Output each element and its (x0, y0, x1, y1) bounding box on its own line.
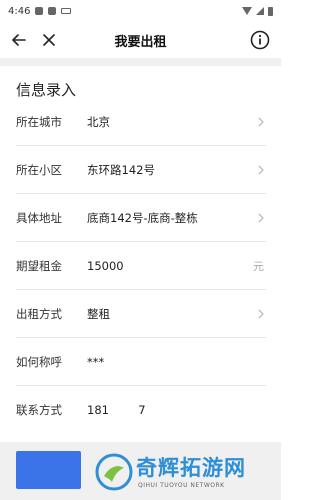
row-label: 如何称呼 (16, 354, 62, 369)
chevron-right-icon (256, 309, 266, 319)
chevron-right-icon (256, 165, 266, 175)
watermark-subtext: QIHUI TUOYOU NETWORK (138, 482, 225, 489)
section-title: 信息录入 (16, 81, 77, 99)
row-label: 所在城市 (16, 114, 62, 129)
watermark-logo-icon (95, 453, 133, 491)
notification-icon (35, 7, 44, 15)
row-value: 底商142号-底商-整栋 (87, 210, 198, 225)
chevron-right-icon (256, 213, 266, 223)
notification-icon (48, 7, 57, 15)
rental-type-row[interactable]: 出租方式 整租 (16, 290, 266, 338)
status-time: 4:46 (8, 5, 31, 17)
battery-icon (268, 6, 273, 16)
chevron-right-icon (258, 309, 264, 318)
row-label: 所在小区 (16, 162, 62, 177)
rent-input[interactable]: 15000 (87, 259, 253, 273)
close-icon (43, 34, 55, 46)
back-button[interactable] (6, 27, 32, 53)
wifi-icon (242, 7, 252, 15)
row-value: 北京 (87, 114, 110, 129)
row-label: 期望租金 (16, 258, 62, 273)
community-row[interactable]: 所在小区 东环路142号 (16, 146, 266, 194)
form-card: 信息录入 所在城市 北京 所在小区 东环路142号 具体地址 底商142号-底商… (0, 66, 281, 442)
app-bar: 我要出租 (0, 22, 281, 58)
row-label: 具体地址 (16, 210, 62, 225)
signal-icon (256, 7, 264, 15)
address-row[interactable]: 具体地址 底商142号-底商-整栋 (16, 194, 266, 242)
contact-row[interactable]: 联系方式 181 7 (16, 386, 266, 434)
name-input[interactable]: *** (87, 355, 266, 369)
close-button[interactable] (36, 27, 62, 53)
submit-button[interactable] (16, 451, 81, 489)
rent-row[interactable]: 期望租金 15000 元 (16, 242, 266, 290)
keyboard-icon (61, 8, 72, 14)
watermark: 奇辉拓游网 QIHUI TUOYOU NETWORK (94, 448, 274, 498)
chevron-right-icon (258, 117, 264, 126)
info-icon (250, 30, 270, 50)
watermark-text: 奇辉拓游网 (136, 456, 246, 480)
row-label: 联系方式 (16, 403, 62, 417)
row-label: 出租方式 (16, 306, 62, 321)
status-right (242, 6, 273, 16)
row-value: 整租 (87, 306, 110, 321)
back-arrow-icon (12, 34, 26, 46)
city-row[interactable]: 所在城市 北京 (16, 98, 266, 146)
row-value: 东环路142号 (87, 162, 155, 177)
chevron-right-icon (256, 117, 266, 127)
chevron-right-icon (258, 165, 264, 174)
status-bar: 4:46 (0, 0, 281, 22)
name-row[interactable]: 如何称呼 *** (16, 338, 266, 386)
chevron-right-icon (258, 213, 264, 222)
info-button[interactable] (247, 27, 273, 53)
status-left: 4:46 (8, 5, 72, 17)
rent-unit: 元 (253, 259, 264, 273)
phone-input[interactable]: 181 7 (87, 403, 266, 417)
